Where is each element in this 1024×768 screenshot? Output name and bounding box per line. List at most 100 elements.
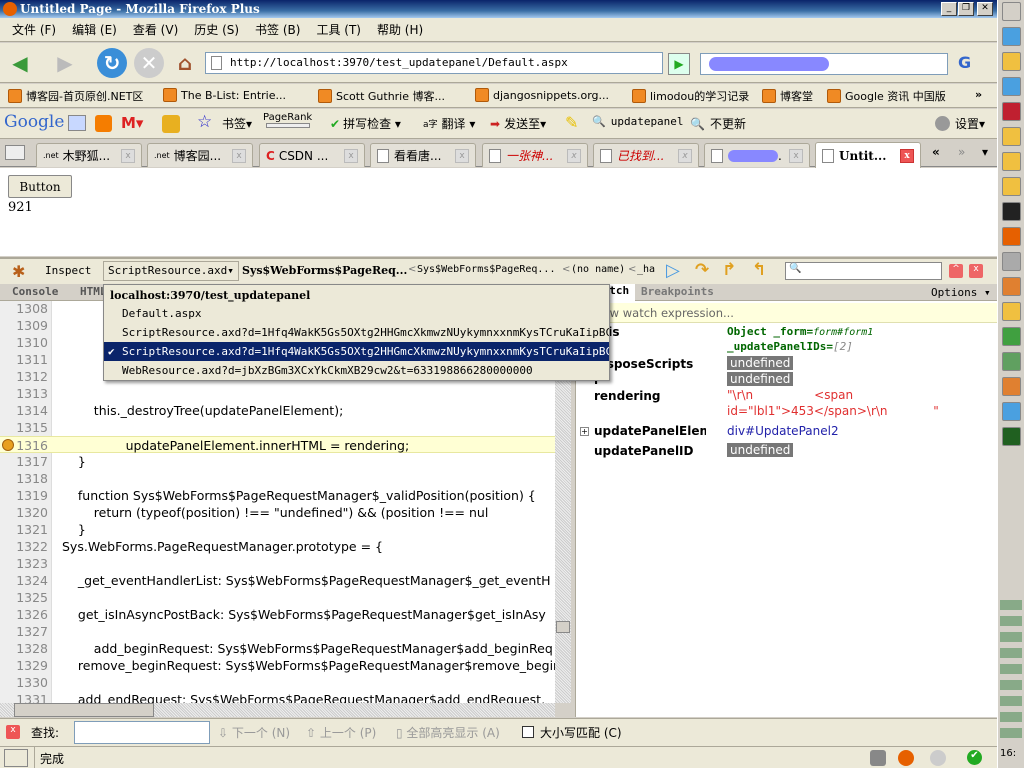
line-number[interactable]: 1325 <box>0 589 48 606</box>
code-line[interactable]: 1313 <box>0 385 555 402</box>
app-icon[interactable] <box>1002 277 1021 296</box>
ie-icon[interactable] <box>1002 27 1021 46</box>
tab-close-icon[interactable]: x <box>455 148 469 163</box>
ok-icon[interactable]: ✔ <box>967 750 982 765</box>
tab-breakpoints[interactable]: Breakpoints <box>641 285 714 298</box>
folder-icon[interactable] <box>1002 52 1021 71</box>
spellcheck-button[interactable]: ✔ 拼写检查 ▾ <box>330 115 401 132</box>
code-line[interactable]: 1324 _get_eventHandlerList: Sys$WebForms… <box>0 572 555 589</box>
tab[interactable]: 看看唐... x <box>370 143 476 167</box>
menu-tools[interactable]: 工具 (T) <box>312 21 365 38</box>
pagerank-indicator[interactable]: PageRank <box>263 112 312 128</box>
script-file-select[interactable]: ScriptResource.axd▾ <box>103 261 239 281</box>
bookmark-item[interactable]: The B-List: Entrie... <box>163 88 286 102</box>
firefox-status-icon[interactable] <box>898 750 914 766</box>
watch-value[interactable]: div#UpdatePanel2 <box>727 424 839 438</box>
tray-icons[interactable] <box>1000 600 1022 740</box>
line-number[interactable]: 1317 <box>0 453 48 470</box>
match-case-checkbox[interactable] <box>522 726 534 738</box>
line-number[interactable]: 1323 <box>0 555 48 572</box>
continue-icon[interactable]: ▷ <box>666 260 680 281</box>
horizontal-scrollbar[interactable] <box>0 703 555 717</box>
find-next-button[interactable]: ⇩ 下一个 (N) <box>218 724 290 741</box>
bookmark-item[interactable]: 博客堂 <box>762 88 813 104</box>
inspect-button[interactable]: Inspect <box>45 264 91 277</box>
firefox-icon[interactable] <box>1002 227 1021 246</box>
line-number[interactable]: 1331 <box>0 691 48 703</box>
line-number[interactable]: 1327 <box>0 623 48 640</box>
code-line[interactable]: 1325 <box>0 589 555 606</box>
taskbar-icon[interactable] <box>1002 2 1021 21</box>
bookmark-item[interactable]: Google 资讯 中国版 <box>827 88 946 104</box>
stop-button[interactable]: ✕ <box>134 48 164 78</box>
code-line[interactable]: 1331 add_endRequest: Sys$WebForms$PageRe… <box>0 691 555 703</box>
tab[interactable]: 已找到... x <box>593 143 699 167</box>
search-input[interactable] <box>700 53 948 75</box>
line-number[interactable]: 1322 <box>0 538 48 555</box>
folder-icon[interactable] <box>1002 302 1021 321</box>
tab-close-icon[interactable]: x <box>567 148 581 163</box>
scroll-tabs-right[interactable]: » <box>958 145 965 159</box>
breakpoint-arrow-icon[interactable] <box>2 439 14 451</box>
bookmark-item[interactable]: limodou的学习记录 <box>632 88 749 104</box>
code-line[interactable]: 1321 } <box>0 521 555 538</box>
folder-icon[interactable] <box>1002 152 1021 171</box>
star-icon[interactable]: ☆ <box>197 112 212 132</box>
line-number[interactable]: 1308 <box>0 301 48 317</box>
menu-edit[interactable]: 编辑 (E) <box>68 21 121 38</box>
folder-icon[interactable] <box>1002 127 1021 146</box>
app-icon[interactable] <box>1002 352 1021 371</box>
watch-value[interactable]: Object _form=form#form1 <box>727 325 873 338</box>
forward-button[interactable]: ▶ <box>50 48 80 78</box>
back-button[interactable]: ◀ <box>5 48 35 78</box>
scroll-tabs-left[interactable]: « <box>932 145 940 159</box>
url-bar[interactable]: http://localhost:3970/test_updatepanel/D… <box>205 52 663 74</box>
app-icon[interactable] <box>1002 252 1021 271</box>
stack-frame[interactable]: _ha <box>637 264 655 275</box>
tab-close-icon[interactable]: x <box>121 148 135 163</box>
dropdown-item[interactable]: WebResource.axd?d=jbXzBGm3XCxYkCkmXB29cw… <box>104 361 609 380</box>
menu-history[interactable]: 历史 (S) <box>190 21 243 38</box>
line-number[interactable]: 1324 <box>0 572 48 589</box>
line-number[interactable]: 1309 <box>0 317 48 334</box>
search-term-bugengxin[interactable]: 🔍 不更新 <box>690 115 746 132</box>
addon-icon[interactable] <box>870 750 886 766</box>
line-number[interactable]: 1315 <box>0 419 48 436</box>
tab-close-icon[interactable]: x <box>789 148 803 163</box>
menu-view[interactable]: 查看 (V) <box>129 21 182 38</box>
scroll-thumb[interactable] <box>556 621 570 633</box>
close-window-button[interactable]: ✕ <box>977 2 993 16</box>
ie-icon[interactable] <box>1002 402 1021 421</box>
line-number[interactable]: 1330 <box>0 674 48 691</box>
tab[interactable]: .net 博客园... x <box>147 143 253 167</box>
search-term-updatepanel[interactable]: 🔍 updatepanel <box>592 115 684 128</box>
notebook-icon[interactable] <box>1002 102 1021 121</box>
highlight-all-button[interactable]: ▯ 全部高亮显示 (A) <box>396 724 500 741</box>
code-line[interactable]: 1328 add_beginRequest: Sys$WebForms$Page… <box>0 640 555 657</box>
find-prev-button[interactable]: ⇧ 上一个 (P) <box>306 724 376 741</box>
new-tab-icon[interactable] <box>5 145 25 160</box>
step-out-icon[interactable]: ↰ <box>752 260 766 280</box>
code-line[interactable]: 1314 this._destroyTree(updatePanelElemen… <box>0 402 555 419</box>
dropdown-item-selected[interactable]: ✔ ScriptResource.axd?d=1Hfq4WakK5Gs5OXtg2… <box>104 342 609 361</box>
send-to-button[interactable]: ➡ 发送至 ▾ <box>490 115 546 132</box>
app-icon[interactable] <box>1002 427 1021 446</box>
highlighter-icon[interactable]: ✎ <box>565 113 578 132</box>
tab-close-icon[interactable]: x <box>900 148 914 163</box>
settings-button[interactable]: 设置 ▾ <box>935 115 985 132</box>
code-line[interactable]: 1316 updatePanelElement.innerHTML = rend… <box>0 436 555 453</box>
step-over-icon[interactable]: ↷ <box>695 260 709 280</box>
expand-icon[interactable]: + <box>580 427 589 436</box>
bookmark-item[interactable]: Scott Guthrie 博客... <box>318 88 445 104</box>
code-line[interactable]: 1326 get_isInAsyncPostBack: Sys$WebForms… <box>0 606 555 623</box>
stack-frame[interactable]: (no name) <box>571 264 625 275</box>
tab-active[interactable]: Untit... x <box>815 142 921 168</box>
firebug-search-input[interactable]: 🔍 <box>785 262 942 280</box>
code-line[interactable]: 1315 <box>0 419 555 436</box>
line-number[interactable]: 1310 <box>0 334 48 351</box>
console-icon[interactable] <box>1002 202 1021 221</box>
card-icon[interactable] <box>68 115 86 131</box>
firebug-status-icon[interactable] <box>930 750 946 766</box>
line-number[interactable]: 1319 <box>0 487 48 504</box>
tab[interactable]: 一张神... x <box>482 143 588 167</box>
